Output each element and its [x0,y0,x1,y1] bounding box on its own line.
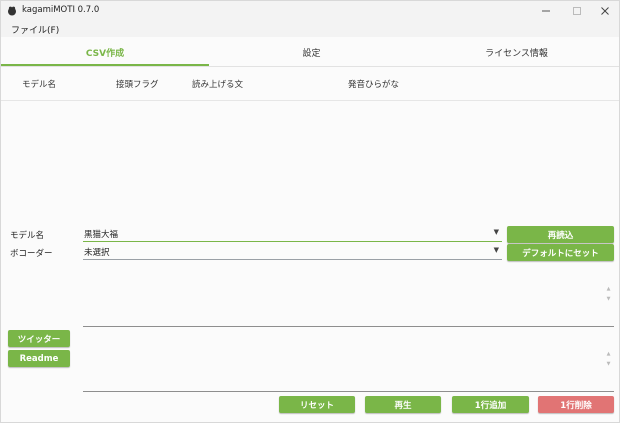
column-header-read-text[interactable]: 読み上げる文 [192,78,243,90]
reload-button[interactable]: 再読込 [507,226,614,243]
close-button[interactable] [591,1,619,21]
tab-bar: CSV作成 設定 ライセンス情報 [1,37,619,67]
chevron-down-icon: ▼ [493,246,499,254]
text-area-lower[interactable]: ▲ ▼ [83,348,614,392]
table-body[interactable] [1,102,619,220]
model-select-value: 黒猫大福 [84,230,119,240]
twitter-button[interactable]: ツイッター [8,330,70,347]
reset-button[interactable]: リセット [279,396,355,413]
chevron-down-icon: ▼ [493,228,499,236]
column-header-hiragana[interactable]: 発音ひらがな [348,78,399,90]
minimize-button[interactable] [532,1,560,21]
scroll-up-icon[interactable]: ▲ [605,285,612,292]
tab-license[interactable]: ライセンス情報 [414,37,619,67]
vocoder-label: ボコーダー [10,249,53,259]
scroll-down-icon[interactable]: ▼ [605,360,612,367]
title-bar: kagamiMOTI 0.7.0 [1,1,619,21]
set-default-button[interactable]: デフォルトにセット [507,244,614,261]
maximize-icon [573,7,581,15]
column-header-prefix-flag[interactable]: 接頭フラグ [116,78,159,90]
tab-csv-create[interactable]: CSV作成 [1,37,209,67]
app-logo-icon [8,6,16,16]
table-header: モデル名 接頭フラグ 読み上げる文 発音ひらがな [1,67,619,101]
close-icon [601,7,609,15]
menu-file[interactable]: ファイル(F) [11,23,59,36]
model-name-label: モデル名 [10,231,45,241]
add-row-button[interactable]: 1行追加 [452,396,529,413]
minimize-icon [542,10,550,12]
app-window: kagamiMOTI 0.7.0 ファイル(F) CSV作成 設定 ライセンス情… [0,0,620,423]
column-header-model-name[interactable]: モデル名 [22,78,56,90]
window-title: kagamiMOTI 0.7.0 [22,5,100,15]
text-area-upper[interactable]: ▲ ▼ [83,283,614,327]
menu-bar: ファイル(F) [1,21,619,37]
tab-settings[interactable]: 設定 [209,37,414,67]
scroll-up-icon[interactable]: ▲ [605,350,612,357]
vocoder-select[interactable]: 未選択 ▼ [83,244,502,260]
scroll-down-icon[interactable]: ▼ [605,295,612,302]
maximize-button[interactable] [563,1,591,21]
model-select[interactable]: 黒猫大福 ▼ [83,226,502,242]
vocoder-select-value: 未選択 [84,248,110,258]
play-button[interactable]: 再生 [365,396,441,413]
delete-row-button[interactable]: 1行削除 [538,396,614,413]
readme-button[interactable]: Readme [8,350,70,367]
